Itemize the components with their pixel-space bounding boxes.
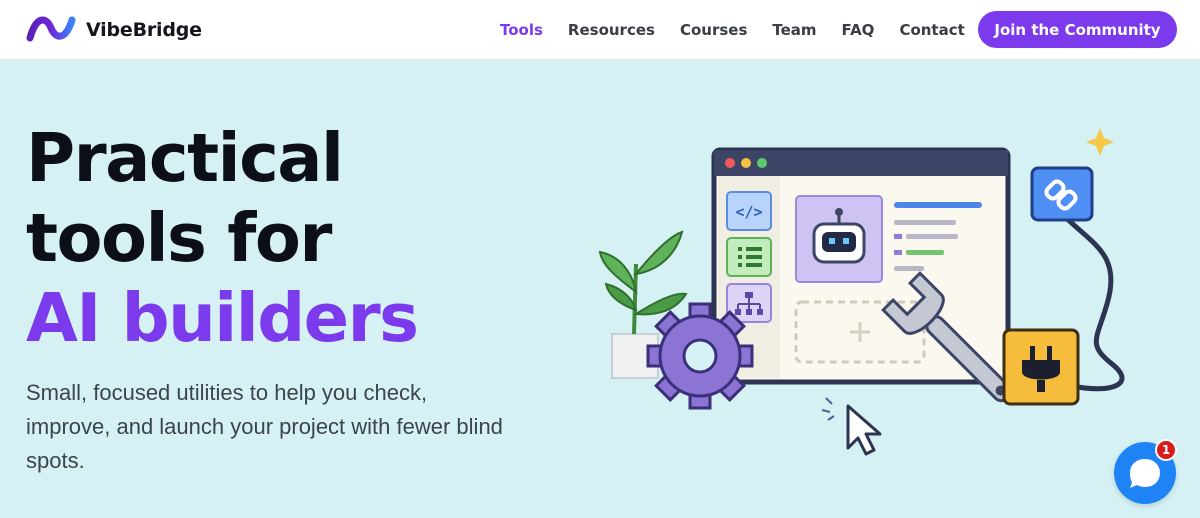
- link-icon: [1030, 166, 1094, 222]
- cursor-icon: [821, 397, 882, 456]
- nav-link-faq[interactable]: FAQ: [842, 21, 875, 39]
- brand-logo[interactable]: VibeBridge: [26, 14, 202, 46]
- vibebridge-logo-icon: [26, 12, 76, 49]
- chat-bubble-icon: [1114, 459, 1176, 508]
- sparkle-icon: [1086, 128, 1114, 156]
- gear-icon: [646, 302, 754, 410]
- code-icon: </>: [726, 191, 772, 231]
- join-community-button[interactable]: Join the Community: [978, 11, 1177, 48]
- top-navbar: VibeBridge Tools Resources Courses Team …: [0, 0, 1200, 60]
- robot-icon: [795, 195, 883, 283]
- nav-link-resources[interactable]: Resources: [568, 21, 655, 39]
- nav-link-courses[interactable]: Courses: [680, 21, 747, 39]
- nav-link-contact[interactable]: Contact: [899, 21, 964, 39]
- plug-icon: [1002, 328, 1080, 406]
- hero-title-line-1: Practical: [26, 119, 344, 197]
- brand-name: VibeBridge: [86, 19, 202, 41]
- hero-illustration: </>: [592, 124, 1152, 484]
- hero-title-line-2: tools for: [26, 199, 332, 277]
- svg-text:</>: </>: [735, 203, 762, 221]
- main-nav: Tools Resources Courses Team FAQ Contact: [500, 0, 990, 60]
- nav-link-tools[interactable]: Tools: [500, 21, 543, 39]
- nav-link-team[interactable]: Team: [772, 21, 816, 39]
- hero-subtitle: Small, focused utilities to help you che…: [26, 380, 503, 473]
- hero-title-accent: AI builders: [26, 279, 419, 357]
- list-icon: [726, 237, 772, 277]
- chat-notification-badge: 1: [1155, 439, 1177, 461]
- hero-title: Practical tools for AI builders: [26, 118, 546, 358]
